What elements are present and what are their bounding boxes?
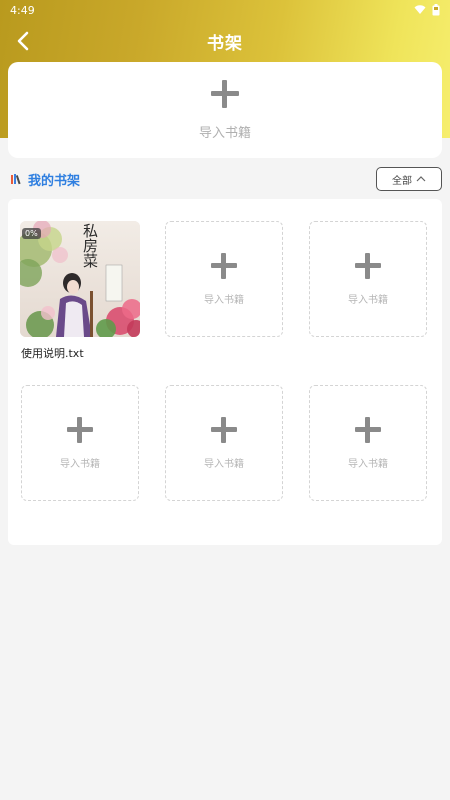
import-book-slot[interactable]: 导入书籍 <box>309 221 427 337</box>
import-books-label: 导入书籍 <box>198 125 251 141</box>
plus-icon <box>355 416 381 443</box>
book-card[interactable]: 私房菜 0% 使用说明.txt <box>20 221 140 361</box>
plus-icon <box>67 416 93 443</box>
page-title: 书架 <box>207 33 243 54</box>
chevron-up-icon <box>416 176 426 182</box>
import-book-slot[interactable]: 导入书籍 <box>165 385 283 501</box>
status-time: 4:49 <box>10 3 35 17</box>
shelf-title-group: 我的书架 <box>8 170 80 189</box>
import-book-slot[interactable]: 导入书籍 <box>21 385 139 501</box>
import-book-slot[interactable]: 导入书籍 <box>309 385 427 501</box>
nav-bar: 书架 <box>0 22 450 60</box>
book-cover-title: 私房菜 <box>81 223 99 268</box>
filter-dropdown-button[interactable]: 全部 <box>376 167 442 191</box>
plus-icon <box>211 79 239 108</box>
plus-icon <box>211 416 237 443</box>
wifi-icon <box>414 5 426 14</box>
status-bar: 4:49 <box>0 0 450 20</box>
import-book-slot-label: 导入书籍 <box>348 294 388 306</box>
import-book-slot-label: 导入书籍 <box>60 458 100 470</box>
filter-label: 全部 <box>392 175 412 187</box>
import-book-slot-label: 导入书籍 <box>204 294 244 306</box>
chevron-left-icon <box>17 31 29 51</box>
plus-icon <box>211 252 237 279</box>
shelf-title: 我的书架 <box>28 173 81 189</box>
import-book-slot-label: 导入书籍 <box>204 458 244 470</box>
book-title: 使用说明.txt <box>21 347 84 360</box>
shelf-header: 我的书架 全部 <box>8 166 442 192</box>
back-button[interactable] <box>8 26 38 56</box>
import-books-card[interactable]: 导入书籍 <box>8 62 442 158</box>
status-icons <box>414 4 440 16</box>
bookshelf-panel: 私房菜 0% 使用说明.txt 导入书籍 导入书籍 导入书籍 导入书籍 导入书籍 <box>8 199 442 545</box>
reading-progress-badge: 0% <box>22 228 41 239</box>
import-book-slot[interactable]: 导入书籍 <box>165 221 283 337</box>
plus-icon <box>355 252 381 279</box>
battery-icon <box>432 4 440 16</box>
import-book-slot-label: 导入书籍 <box>348 458 388 470</box>
book-cover: 私房菜 0% <box>20 221 140 337</box>
books-icon <box>11 174 21 185</box>
